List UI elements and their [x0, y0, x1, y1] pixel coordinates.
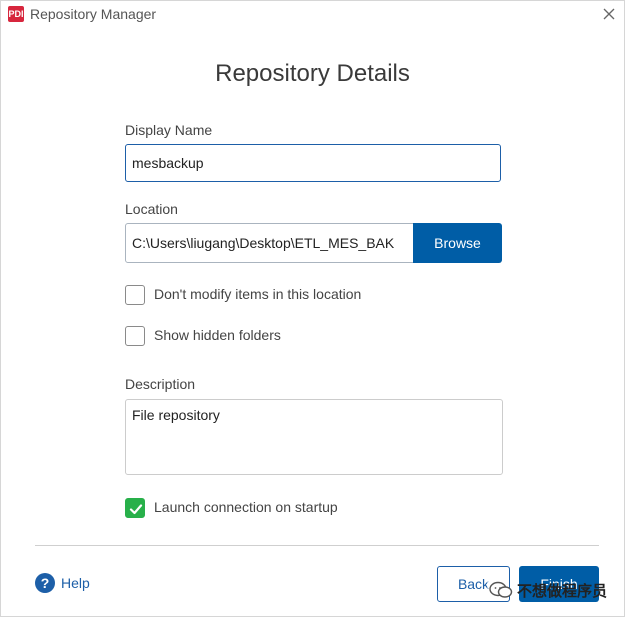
footer-divider: [35, 545, 599, 546]
repository-manager-window: PDI Repository Manager Repository Detail…: [0, 0, 625, 617]
launch-label[interactable]: Launch connection on startup: [154, 499, 338, 515]
dont-modify-label[interactable]: Don't modify items in this location: [154, 286, 361, 302]
dont-modify-checkbox[interactable]: [125, 285, 145, 305]
show-hidden-checkbox[interactable]: [125, 326, 145, 346]
show-hidden-label[interactable]: Show hidden folders: [154, 327, 281, 343]
help-label: Help: [61, 575, 90, 591]
description-label: Description: [125, 376, 196, 392]
close-icon: [603, 8, 615, 20]
title-bar: PDI Repository Manager: [1, 1, 624, 29]
watermark-text: 不想做程序员: [517, 583, 608, 600]
dialog-title: Repository Details: [215, 60, 410, 87]
app-logo-icon: PDI: [8, 6, 24, 22]
wechat-icon: [489, 581, 513, 598]
watermark: 不想做程序员: [487, 579, 607, 601]
close-button[interactable]: [600, 5, 618, 23]
description-textarea[interactable]: File repository: [125, 399, 503, 475]
display-name-label: Display Name: [125, 122, 213, 138]
checkmark-icon: [129, 504, 143, 515]
window-title: Repository Manager: [30, 6, 157, 22]
display-name-input[interactable]: mesbackup: [125, 144, 501, 182]
launch-checkbox[interactable]: [125, 498, 145, 518]
browse-button[interactable]: Browse: [413, 223, 502, 263]
location-label: Location: [125, 201, 178, 217]
help-icon: ?: [35, 573, 55, 593]
location-input[interactable]: C:\Users\liugang\Desktop\ETL_MES_BAK: [125, 223, 414, 263]
